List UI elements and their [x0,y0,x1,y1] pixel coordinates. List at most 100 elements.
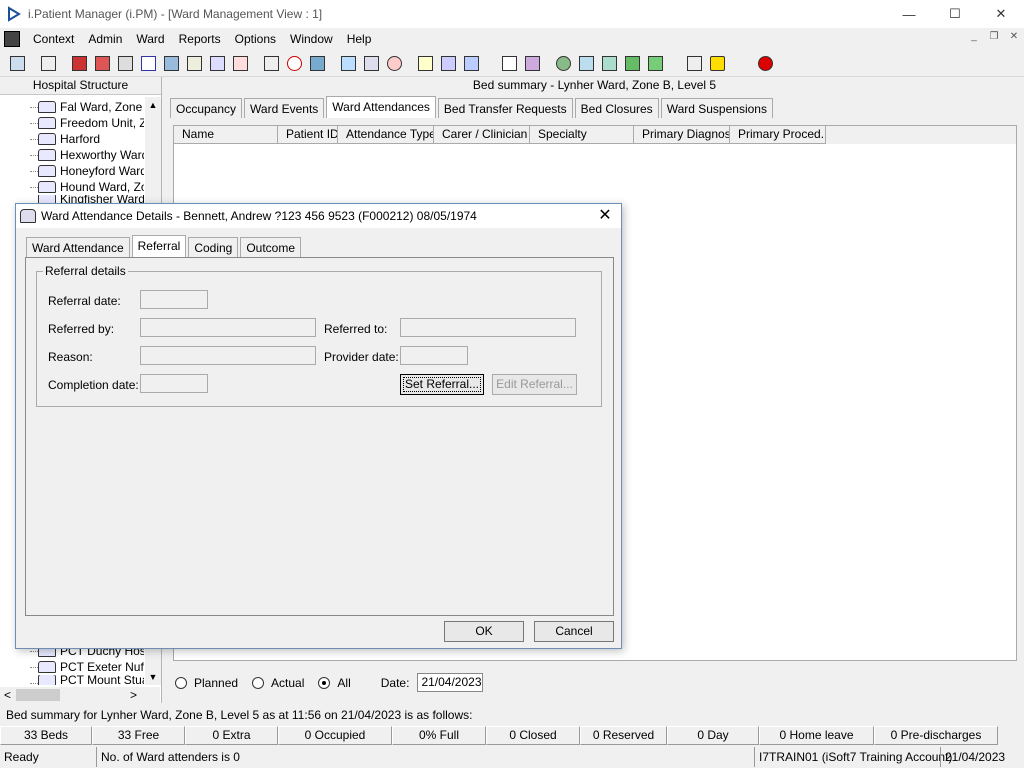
tree-item-freedom-unit[interactable]: Freedom Unit, Zo [38,115,144,131]
tab-ward-events[interactable]: Ward Events [244,98,325,118]
scroll-right-icon[interactable]: > [130,687,137,703]
menu-bar: Context Admin Ward Reports Options Windo… [0,28,1024,49]
list-arrow-icon[interactable] [622,53,643,74]
tree-item-pct-exeter-nuffield[interactable]: PCT Exeter Nuffie [38,659,144,675]
tab-bed-closures[interactable]: Bed Closures [574,98,659,118]
monitor-icon[interactable] [307,53,328,74]
edit-referral-button[interactable]: Edit Referral... [492,374,577,395]
bed-flag-icon[interactable] [230,53,251,74]
scroll-up-icon[interactable]: ▲ [145,97,161,113]
tree-item-honeyford-ward[interactable]: Honeyford Ward, [38,163,144,179]
tree-item-harford[interactable]: Harford [38,131,144,147]
title-bar: i.Patient Manager (i.PM) - [Ward Managem… [0,0,1024,28]
tab-outcome[interactable]: Outcome [240,237,302,257]
ok-button[interactable]: OK [444,621,524,642]
set-referral-button[interactable]: Set Referral... [400,374,484,395]
list-refresh-icon[interactable] [645,53,666,74]
tree-item-fal-ward[interactable]: Fal Ward, Zone E [38,99,144,115]
document-icon[interactable] [499,53,520,74]
tree-item-hexworthy-ward[interactable]: Hexworthy Ward, [38,147,144,163]
globe-icon[interactable] [553,53,574,74]
tree-horizontal-scrollbar[interactable]: < > [0,687,160,703]
exit-icon[interactable] [755,53,776,74]
scroll-down-icon[interactable]: ▼ [145,669,161,685]
menu-ward[interactable]: Ward [129,32,171,46]
book-red-icon[interactable] [69,53,90,74]
menu-reports[interactable]: Reports [172,32,228,46]
tree-item-hound-ward[interactable]: Hound Ward, Zor [38,179,144,195]
person-bed-icon[interactable] [461,53,482,74]
column-carer-clinician[interactable]: Carer / Clinician [434,126,530,144]
menu-window[interactable]: Window [283,32,340,46]
mdi-restore-button[interactable]: ❐ [986,30,1002,45]
referred-to-field[interactable] [400,318,576,337]
menu-context[interactable]: Context [26,32,81,46]
referral-date-field[interactable] [140,290,208,309]
chart-icon[interactable] [522,53,543,74]
date-input[interactable]: 21/04/2023 [417,673,484,692]
tree-item-pct-mount-stuart[interactable]: PCT Mount Stuar [38,675,144,685]
clinician-icon[interactable] [161,53,182,74]
scroll-thumb[interactable] [16,689,60,701]
actual-radio[interactable]: Actual [252,676,304,690]
column-name[interactable]: Name [174,126,278,144]
referral-tab-panel: Referral details Referral date: Referred… [25,257,614,616]
column-attendance-type[interactable]: Attendance Type [338,126,434,144]
list-check-icon[interactable] [576,53,597,74]
bed-icon[interactable] [207,53,228,74]
tab-bed-transfer-requests[interactable]: Bed Transfer Requests [437,98,573,118]
minimize-button[interactable]: — [886,0,932,28]
tab-occupancy[interactable]: Occupancy [170,98,243,118]
stat-occupied: 0 Occupied [278,726,392,745]
tab-referral[interactable]: Referral [131,235,187,257]
printer-icon[interactable] [38,53,59,74]
completion-date-field[interactable] [140,374,208,393]
all-radio[interactable]: All [318,676,351,690]
cancel-button[interactable]: Cancel [534,621,614,642]
column-primary-diagnosis[interactable]: Primary Diagnosis [634,126,730,144]
tab-ward-suspensions[interactable]: Ward Suspensions [660,98,773,118]
stat-pre-discharges: 0 Pre-discharges [874,726,998,745]
document-list-icon[interactable] [115,53,136,74]
scroll-left-icon[interactable]: < [4,687,11,703]
menu-admin[interactable]: Admin [81,32,129,46]
reason-label: Reason: [48,350,93,364]
notes-icon[interactable] [184,53,205,74]
bed-transfer-icon[interactable] [438,53,459,74]
column-patient-id[interactable]: Patient ID [278,126,338,144]
reason-field[interactable] [140,346,316,365]
search-list-icon[interactable] [261,53,282,74]
mdi-window-icon[interactable] [4,30,20,47]
warning-icon[interactable] [707,53,728,74]
list-tick-icon[interactable] [599,53,620,74]
menu-help[interactable]: Help [340,32,379,46]
clock-icon[interactable] [284,53,305,74]
column-specialty[interactable]: Specialty [530,126,634,144]
menu-options[interactable]: Options [228,32,283,46]
maximize-button[interactable]: ☐ [932,0,978,28]
view-icon[interactable] [338,53,359,74]
column-primary-procedure[interactable]: Primary Proced... [730,126,826,144]
tab-coding[interactable]: Coding [188,237,239,257]
card-icon[interactable] [361,53,382,74]
bed-icon [38,149,56,161]
referred-by-field[interactable] [140,318,316,337]
close-window-button[interactable]: ✕ [978,0,1024,28]
stopwatch-icon[interactable] [384,53,405,74]
book-edit-icon[interactable] [92,53,113,74]
bed-icon [38,165,56,177]
mdi-minimize-button[interactable]: _ [966,30,982,45]
tab-ward-attendances[interactable]: Ward Attendances [326,96,436,118]
stat-reserved: 0 Reserved [580,726,667,745]
tab-ward-attendance[interactable]: Ward Attendance [26,237,130,257]
provider-date-field[interactable] [400,346,468,365]
patient-search-icon[interactable] [7,53,28,74]
m-icon[interactable] [138,53,159,74]
mdi-close-button[interactable]: ✕ [1006,30,1022,45]
bed-icon [38,117,56,129]
dialog-close-button[interactable]: ✕ [597,207,613,225]
tree-item-kingfisher-ward[interactable]: Kingfisher Ward [38,195,144,203]
planned-radio[interactable]: Planned [175,676,238,690]
swap-icon[interactable] [684,53,705,74]
note-edit-icon[interactable] [415,53,436,74]
